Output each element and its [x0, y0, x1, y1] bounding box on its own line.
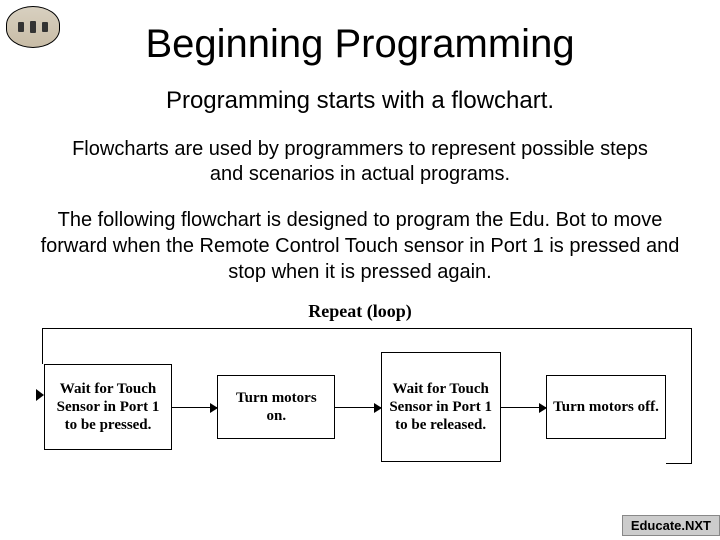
connector-arrow-icon [501, 407, 546, 408]
subtitle: Programming starts with a flowchart. [0, 87, 720, 115]
intro-text: Flowcharts are used by programmers to re… [60, 137, 660, 187]
flow-step-4: Turn motors off. [546, 375, 666, 439]
flow-step-2: Turn motors on. [217, 375, 335, 439]
flow-step-3: Wait for Touch Sensor in Port 1 to be re… [381, 352, 501, 462]
connector-arrow-icon [172, 407, 217, 408]
loop-line-exit [666, 463, 692, 464]
connector-arrow-icon [335, 407, 380, 408]
flow-boxes: Wait for Touch Sensor in Port 1 to be pr… [44, 352, 666, 462]
loop-line-right [691, 364, 692, 464]
flowchart: Wait for Touch Sensor in Port 1 to be pr… [28, 328, 692, 488]
footer-badge: Educate.NXT [622, 515, 720, 536]
page-title: Beginning Programming [0, 0, 720, 67]
loop-label: Repeat (loop) [0, 301, 720, 322]
flow-step-1: Wait for Touch Sensor in Port 1 to be pr… [44, 364, 172, 450]
logo-icon [6, 6, 60, 48]
description-text: The following flowchart is designed to p… [28, 207, 692, 285]
loop-entry-arrow-icon [36, 389, 44, 401]
